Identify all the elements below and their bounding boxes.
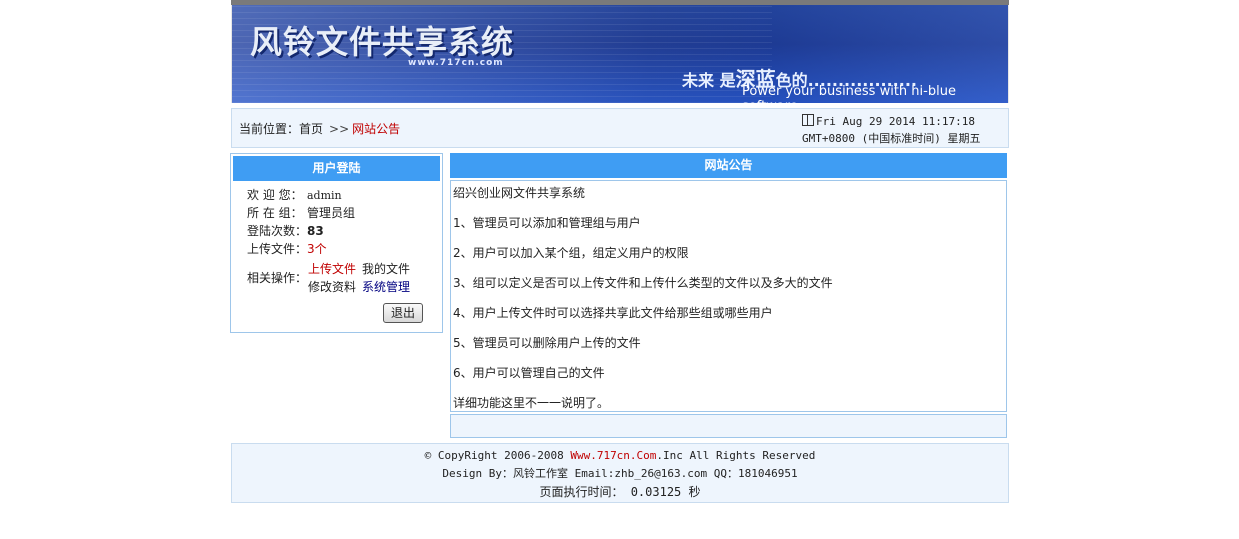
page: 风铃文件共享系统 www.717cn.com 未来 是深蓝色的.........…	[230, 0, 1009, 503]
notice-line: 4、用户上传文件时可以选择共享此文件给那些组或哪些用户	[453, 306, 773, 320]
design-credits: Design By：风铃工作室 Email:zhb_26@163.com QQ：…	[442, 467, 798, 480]
breadcrumb-current: 网站公告	[352, 122, 401, 136]
datetime-display: Fri Aug 29 2014 11:17:18 GMT+0800 (中国标准时…	[802, 113, 980, 147]
datetime-line1: Fri Aug 29 2014 11:17:18	[816, 115, 975, 128]
site-link[interactable]: Www.717cn.Com	[570, 449, 656, 462]
operations-label: 相关操作：	[247, 271, 308, 285]
login-panel: 用户登陆 欢 迎 您： admin 所 在 组： 管理员组 登陆次数：83 上传文件…	[230, 153, 443, 333]
slogan-part-a: 未来 是	[682, 71, 736, 90]
group-value: 管理员组	[307, 206, 356, 220]
breadcrumb-home-link[interactable]: 首页	[299, 122, 323, 136]
book-icon	[802, 114, 814, 126]
login-panel-title: 用户登陆	[233, 156, 440, 181]
logout-button[interactable]: 退出	[383, 303, 423, 323]
upload-file-link[interactable]: 上传文件	[308, 262, 356, 276]
notice-line: 1、管理员可以添加和管理组与用户	[453, 216, 641, 230]
login-count-label: 登陆次数：	[247, 224, 308, 238]
datetime-line2: GMT+0800 (中国标准时间) 星期五	[802, 132, 981, 145]
page-footer: © CopyRight 2006-2008 Www.717cn.Com.Inc …	[231, 443, 1009, 503]
group-label: 所 在 组：	[247, 206, 303, 220]
username: admin	[307, 189, 342, 202]
notice-line: 2、用户可以加入某个组，组定义用户的权限	[453, 246, 689, 260]
site-url: www.717cn.com	[408, 58, 504, 68]
breadcrumb: 当前位置：首页 >> 网站公告	[239, 120, 400, 137]
upload-count-label: 上传文件：	[247, 242, 308, 256]
breadcrumb-separator: >>	[329, 122, 350, 136]
login-count-value: 83	[307, 224, 324, 238]
upload-count-value: 3个	[307, 242, 327, 256]
notice-line: 6、用户可以管理自己的文件	[453, 366, 605, 380]
notice-line: 5、管理员可以删除用户上传的文件	[453, 336, 641, 350]
exec-time-value: 0.03125 秒	[623, 485, 701, 499]
copyright-line: © CopyRight 2006-2008 Www.717cn.Com.Inc …	[232, 447, 1008, 465]
edit-profile-link[interactable]: 修改资料	[308, 280, 356, 294]
notice-line: 绍兴创业网文件共享系统	[453, 186, 586, 200]
copyright-prefix: © CopyRight 2006-2008	[424, 449, 571, 462]
user-info: 欢 迎 您： admin 所 在 组： 管理员组 登陆次数：83 上传文件：3个	[247, 186, 355, 258]
notice-content: 绍兴创业网文件共享系统 1、管理员可以添加和管理组与用户 2、用户可以加入某个组…	[450, 180, 1007, 412]
system-admin-link[interactable]: 系统管理	[362, 280, 410, 294]
copyright-suffix: .Inc All Rights Reserved	[656, 449, 816, 462]
site-title: 风铃文件共享系统	[250, 23, 515, 61]
notice-line: 详细功能这里不一一说明了。	[453, 396, 610, 410]
notice-footer-bar	[450, 414, 1007, 438]
location-bar: 当前位置：首页 >> 网站公告 Fri Aug 29 2014 11:17:18 G…	[231, 108, 1009, 148]
header-banner: 风铃文件共享系统 www.717cn.com 未来 是深蓝色的.........…	[231, 5, 1009, 103]
welcome-label: 欢 迎 您：	[247, 188, 303, 202]
notice-panel-title: 网站公告	[450, 153, 1007, 178]
breadcrumb-label: 当前位置：	[239, 122, 300, 136]
notice-line: 3、组可以定义是否可以上传文件和上传什么类型的文件以及多大的文件	[453, 276, 833, 290]
exec-time-label: 页面执行时间：	[539, 485, 624, 499]
exec-time: 页面执行时间： 0.03125 秒	[232, 483, 1008, 501]
banner-english-slogan: Power your business with hi-blue softwar…	[742, 84, 956, 103]
my-files-link[interactable]: 我的文件	[362, 262, 410, 276]
